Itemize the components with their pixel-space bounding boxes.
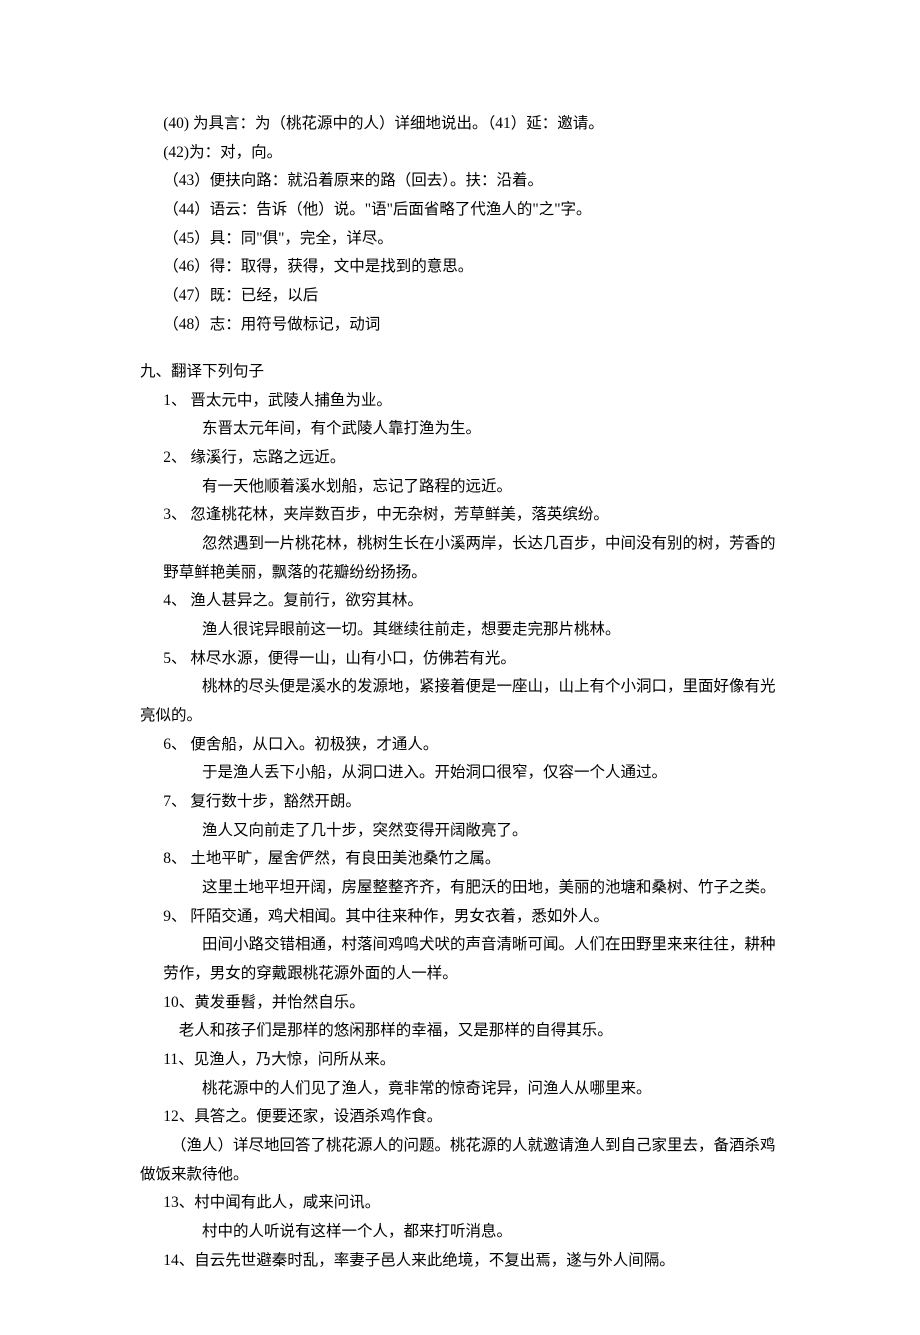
item-number: 8、 (163, 850, 186, 867)
sentence-translation: 于是渔人丢下小船，从洞口进入。开始洞口很窄，仅容一个人通过。 (156, 759, 799, 788)
sentence-source: 12、具答之。便要还家，设酒杀鸡作食。 (156, 1103, 799, 1132)
source-text: 黄发垂髫，并怡然自乐。 (194, 994, 365, 1011)
sentence-source: 9、 阡陌交通，鸡犬相闻。其中往来种作，男女衣着，悉如外人。 (156, 903, 799, 932)
sentence-translation: 有一天他顺着溪水划船，忘记了路程的远近。 (156, 473, 799, 502)
sentence-source: 8、 土地平旷，屋舍俨然，有良田美池桑竹之属。 (156, 845, 799, 874)
sentence-translation-cont: 劳作，男女的穿戴跟桃花源外面的人一样。 (156, 960, 799, 989)
item-number: 13、 (163, 1194, 194, 1211)
sentence-translation: （渔人）详尽地回答了桃花源人的问题。桃花源的人就邀请渔人到自己家里去，备酒杀鸡 (156, 1132, 799, 1161)
sentence-translation: 渔人很诧异眼前这一切。其继续往前走，想要走完那片桃林。 (156, 616, 799, 645)
sentence-source: 4、 渔人甚异之。复前行，欲穷其林。 (156, 587, 799, 616)
dict-entry: (40) 为具言：为（桃花源中的人）详细地说出。（41）延：邀请。 (140, 110, 798, 139)
sentence-translation: 忽然遇到一片桃花林，桃树生长在小溪两岸，长达几百步，中间没有别的树，芳香的 (156, 530, 799, 559)
source-text: 便舍船，从口入。初极狭，才通人。 (187, 736, 439, 753)
source-text: 复行数十步，豁然开朗。 (187, 793, 361, 810)
source-text: 土地平旷，屋舍俨然，有良田美池桑竹之属。 (187, 850, 501, 867)
sentence-source: 13、村中闻有此人，咸来问讯。 (156, 1189, 799, 1218)
source-text: 缘溪行，忘路之远近。 (187, 449, 346, 466)
sentence-source: 6、 便舍船，从口入。初极狭，才通人。 (156, 731, 799, 760)
dict-entry: （43）便扶向路：就沿着原来的路（回去）。扶：沿着。 (140, 167, 798, 196)
source-text: 具答之。便要还家，设酒杀鸡作食。 (194, 1108, 442, 1125)
sentence-translation: 桃花源中的人们见了渔人，竟非常的惊奇诧异，问渔人从哪里来。 (156, 1075, 799, 1104)
sentence-source: 10、黄发垂髫，并怡然自乐。 (156, 989, 799, 1018)
sentence-translation-cont: 野草鲜艳美丽，飘落的花瓣纷纷扬扬。 (156, 559, 799, 588)
source-text: 阡陌交通，鸡犬相闻。其中往来种作，男女衣着，悉如外人。 (187, 908, 609, 925)
sentence-source: 7、 复行数十步，豁然开朗。 (156, 788, 799, 817)
item-number: 4、 (163, 592, 186, 609)
dict-entry: （46）得：取得，获得，文中是找到的意思。 (140, 253, 798, 282)
source-text: 忽逢桃花林，夹岸数百步，中无杂树，芳草鲜美，落英缤纷。 (187, 506, 609, 523)
item-number: 14、 (163, 1252, 194, 1269)
dict-entry: （47）既：已经，以后 (140, 282, 798, 311)
sentence-source: 2、 缘溪行，忘路之远近。 (156, 444, 799, 473)
item-number: 1、 (163, 392, 186, 409)
source-text: 晋太元中，武陵人捕鱼为业。 (187, 392, 392, 409)
item-number: 7、 (163, 793, 186, 810)
item-number: 3、 (163, 506, 186, 523)
sentence-translation: 渔人又向前走了几十步，突然变得开阔敞亮了。 (156, 817, 799, 846)
dict-entry: （44）语云：告诉（他）说。"语"后面省略了代渔人的"之"字。 (140, 196, 798, 225)
item-number: 2、 (163, 449, 186, 466)
sentence-translation: 田间小路交错相通，村落间鸡鸣犬吠的声音清晰可闻。人们在田野里来来往往，耕种 (156, 931, 799, 960)
item-number: 9、 (163, 908, 186, 925)
sentence-translation: 这里土地平坦开阔，房屋整整齐齐，有肥沃的田地，美丽的池塘和桑树、竹子之类。 (156, 874, 799, 903)
sentence-source: 3、 忽逢桃花林，夹岸数百步，中无杂树，芳草鲜美，落英缤纷。 (156, 501, 799, 530)
sentence-translation: 村中的人听说有这样一个人，都来打听消息。 (156, 1218, 799, 1247)
sentence-source: 11、见渔人，乃大惊，问所从来。 (156, 1046, 799, 1075)
dict-entry: (42)为：对，向。 (140, 139, 798, 168)
item-number: 10、 (163, 994, 194, 1011)
sentence-source: 5、 林尽水源，便得一山，山有小口，仿佛若有光。 (156, 645, 799, 674)
section-title: 九、翻译下列句子 (140, 358, 798, 387)
source-text: 村中闻有此人，咸来问讯。 (194, 1194, 380, 1211)
sentence-source: 14、自云先世避秦时乱，率妻子邑人来此绝境，不复出焉，遂与外人间隔。 (156, 1247, 799, 1276)
item-number: 5、 (163, 650, 186, 667)
sentence-source: 1、 晋太元中，武陵人捕鱼为业。 (156, 387, 799, 416)
sentence-translation-cont: 做饭来款待他。 (140, 1161, 798, 1190)
item-number: 6、 (163, 736, 186, 753)
dict-entry: （48）志：用符号做标记，动词 (140, 311, 798, 340)
item-number: 11、 (163, 1051, 193, 1068)
source-text: 自云先世避秦时乱，率妻子邑人来此绝境，不复出焉，遂与外人间隔。 (194, 1252, 675, 1269)
sentence-translation-cont: 亮似的。 (140, 702, 798, 731)
source-text: 林尽水源，便得一山，山有小口，仿佛若有光。 (187, 650, 516, 667)
dict-entry: （45）具：同"俱"，完全，详尽。 (140, 225, 798, 254)
sentence-translation: 桃林的尽头便是溪水的发源地，紧接着便是一座山，山上有个小洞口，里面好像有光 (156, 673, 799, 702)
item-number: 12、 (163, 1108, 194, 1125)
sentence-translation: 东晋太元年间，有个武陵人靠打渔为生。 (156, 415, 799, 444)
sentence-translation: 老人和孩子们是那样的悠闲那样的幸福，又是那样的自得其乐。 (156, 1017, 799, 1046)
source-text: 渔人甚异之。复前行，欲穷其林。 (187, 592, 423, 609)
source-text: 见渔人，乃大惊，问所从来。 (194, 1051, 396, 1068)
